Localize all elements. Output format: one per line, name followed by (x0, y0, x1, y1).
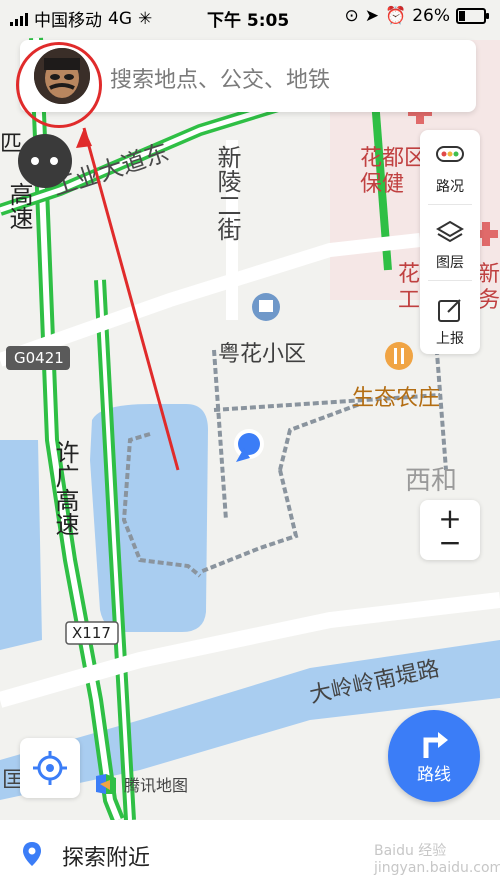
alarm-icon: ⏰ (385, 6, 407, 26)
route-button[interactable]: 路线 (388, 710, 480, 802)
report-button[interactable]: 上报 (420, 282, 480, 354)
status-bar: 中国移动 4G ✳ 下午 5:05 ⊙ ➤ ⏰ 26% (0, 0, 500, 32)
watermark: Baidu 经验 jingyan.baidu.com (374, 843, 500, 876)
search-input[interactable]: 搜索地点、公交、地铁 (110, 62, 330, 94)
layers-icon (436, 220, 464, 243)
area-label-baojian: 保健 (360, 172, 405, 197)
battery-percent: 26% (412, 6, 450, 26)
layers-label: 图层 (436, 255, 464, 271)
status-time: 下午 5:05 (207, 11, 290, 31)
road-label-xinling-2nd: 新陵二街 (213, 145, 241, 241)
crosshair-icon (33, 751, 67, 785)
area-label-wu: 务 (478, 288, 500, 313)
highlight-circle (16, 42, 102, 128)
layers-button[interactable]: 图层 (420, 206, 480, 278)
report-label: 上报 (436, 331, 464, 347)
road-label-xuguang-expressway: 许广高速 (51, 440, 79, 536)
assistant-robot-icon[interactable] (18, 134, 72, 188)
area-label-gong: 工 (398, 288, 421, 313)
lock-rotation-icon: ⊙ (344, 6, 359, 26)
loading-icon: ✳ (138, 8, 153, 29)
road-label-expressway-left: 高速 (5, 182, 33, 230)
map-tools-panel: 路况 图层 上报 (420, 130, 480, 354)
traffic-button[interactable]: 路况 (420, 130, 480, 202)
carrier-label: 中国移动 (34, 11, 102, 31)
locate-me-button[interactable] (20, 738, 80, 798)
road-shield-x117: X117 (72, 624, 111, 642)
poi-label-shengtai-farm: 生态农庄 (352, 386, 441, 411)
traffic-label: 路况 (436, 179, 464, 195)
report-edit-icon (438, 299, 461, 322)
traffic-light-icon (436, 146, 464, 162)
brand-name: 腾讯地图 (124, 776, 189, 795)
zoom-out-button[interactable]: − (420, 526, 480, 559)
poi-label-yuehua: 粤花小区 (218, 342, 307, 367)
highway-shield-g0421: G0421 (14, 349, 64, 367)
area-label-xihe: 西和 (405, 466, 458, 496)
network-label: 4G (108, 8, 132, 29)
brand-logo: 腾讯地图 (94, 772, 188, 796)
route-label: 路线 (417, 765, 451, 785)
tencent-map-logo-icon (96, 774, 116, 794)
battery-icon (456, 8, 489, 24)
explore-nearby-label: 探索附近 (62, 846, 151, 871)
location-pin-icon (23, 842, 41, 866)
zoom-control: + − (420, 500, 480, 560)
signal-icon (10, 12, 28, 26)
location-arrow-icon: ➤ (364, 6, 380, 26)
